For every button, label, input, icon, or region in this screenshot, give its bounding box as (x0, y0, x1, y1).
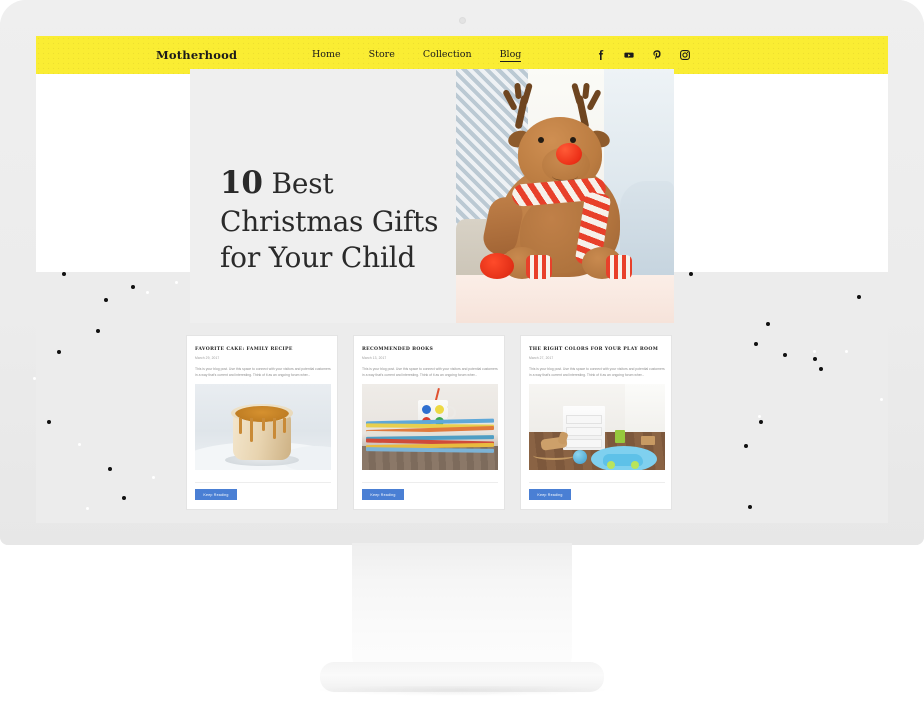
cake-drip (262, 418, 265, 431)
site-brand-logo[interactable]: Motherhood (156, 48, 237, 62)
nav-item-store[interactable]: Store (369, 49, 395, 60)
decorative-dot (880, 398, 883, 401)
blog-card[interactable]: RECOMMENDED BOOKS March 13, 2017 This is… (353, 335, 505, 510)
reindeer-striped-sock-right (606, 255, 632, 279)
hero-title: 10 Best Christmas Gifts for Your Child (220, 164, 460, 275)
decorative-dot (96, 329, 100, 333)
decorative-dot (758, 415, 761, 418)
monitor-screen: Motherhood Home Store Collection Blog 10… (36, 36, 888, 523)
hero-title-line3: for Your Child (220, 240, 416, 274)
decorative-dot (86, 507, 89, 510)
webcam-icon (459, 17, 466, 24)
decorative-dot (819, 367, 823, 371)
blog-card-excerpt: This is your blog post. Use this space t… (362, 367, 498, 378)
book-stack (365, 418, 495, 454)
decorative-dot (131, 285, 135, 289)
nav-item-collection[interactable]: Collection (423, 49, 472, 60)
blog-card-divider (529, 482, 665, 483)
dresser-drawer (566, 415, 602, 424)
blog-card-title: THE RIGHT COLORS FOR YOUR PLAY ROOM (529, 347, 659, 352)
social-links (596, 50, 690, 60)
decorative-dot (57, 350, 61, 354)
blog-card-image-nursery (529, 384, 665, 470)
decorative-dot (47, 420, 51, 424)
nav-item-home[interactable]: Home (312, 49, 341, 60)
hero-layout: 10 Best Christmas Gifts for Your Child (190, 69, 674, 323)
reindeer-red-nose (556, 143, 582, 165)
nursery-green-bin (615, 430, 625, 443)
hero-text-panel: 10 Best Christmas Gifts for Your Child (190, 69, 456, 323)
hero-title-number: 10 (220, 165, 263, 201)
decorative-dot (813, 350, 816, 353)
facebook-icon[interactable] (596, 50, 606, 60)
hero-featured-post[interactable]: 10 Best Christmas Gifts for Your Child (190, 69, 674, 323)
blog-card-image-cake (195, 384, 331, 470)
decorative-dot (146, 291, 149, 294)
blog-card-excerpt: This is your blog post. Use this space t… (529, 367, 665, 378)
decorative-dot (857, 295, 861, 299)
decorative-dot (759, 420, 763, 424)
blog-card-divider (195, 482, 331, 483)
nursery-rocking-horse (533, 431, 575, 460)
nav-item-blog[interactable]: Blog (499, 49, 522, 62)
blog-card-title: RECOMMENDED BOOKS (362, 347, 434, 352)
keep-reading-button[interactable]: Keep Reading (362, 489, 404, 500)
instagram-icon[interactable] (680, 50, 690, 60)
decorative-dot (108, 467, 112, 471)
blog-card-title: FAVORITE CAKE: FAMILY RECIPE (195, 347, 293, 352)
book (365, 447, 495, 453)
site-nav-links: Home Store Collection Blog (312, 49, 522, 62)
hero-image-reindeer-plush (456, 69, 674, 323)
rocking-horse-rocker (533, 451, 575, 460)
decorative-dot (122, 496, 126, 500)
decorative-dot (152, 476, 155, 479)
decorative-dot (689, 272, 693, 276)
youtube-icon[interactable] (624, 50, 634, 60)
pinterest-icon[interactable] (652, 50, 662, 60)
cake-drip (239, 418, 242, 434)
monitor-stand-shadow (316, 686, 608, 696)
decorative-dot (175, 281, 178, 284)
hero-title-line2: Christmas Gifts (220, 204, 439, 238)
decorative-dot (33, 377, 36, 380)
cake-drip (283, 418, 286, 433)
reindeer-red-mitten (480, 253, 514, 279)
decorative-dot (78, 443, 81, 446)
monitor-device: Motherhood Home Store Collection Blog 10… (0, 0, 924, 545)
reindeer-striped-sock-left (526, 255, 552, 279)
hero-title-rest: Best (262, 167, 334, 200)
reindeer-antler-left-icon (502, 82, 536, 130)
nursery-ball (573, 450, 587, 464)
decorative-dot (104, 298, 108, 302)
decorative-dot (754, 342, 758, 346)
blog-card-divider (362, 482, 498, 483)
decorative-dot (744, 444, 748, 448)
decorative-dot (783, 353, 787, 357)
decorative-dot (748, 505, 752, 509)
reindeer-eye-left (538, 137, 544, 143)
cake-drip (250, 418, 253, 442)
decorative-dot (62, 272, 66, 276)
page-background: Motherhood Home Store Collection Blog 10… (0, 0, 924, 714)
blog-card[interactable]: FAVORITE CAKE: FAMILY RECIPE March 29, 2… (186, 335, 338, 510)
car-wheel (631, 461, 639, 469)
blog-card-date: March 27, 2017 (529, 356, 554, 360)
blog-card[interactable]: THE RIGHT COLORS FOR YOUR PLAY ROOM Marc… (520, 335, 672, 510)
car-wheel (607, 461, 615, 469)
mug-dot-blue (422, 405, 431, 414)
decorative-dot (766, 322, 770, 326)
mug-dot-yellow (435, 405, 444, 414)
hero-bg-bed (456, 275, 674, 323)
decorative-dot (813, 357, 817, 361)
cake-drip (273, 418, 276, 439)
blog-card-excerpt: This is your blog post. Use this space t… (195, 367, 331, 378)
decorative-dot (845, 350, 848, 353)
blog-card-date: March 13, 2017 (362, 356, 387, 360)
nursery-toy-box (641, 436, 655, 445)
reindeer-eye-right (570, 137, 576, 143)
keep-reading-button[interactable]: Keep Reading (195, 489, 237, 500)
blog-card-image-books (362, 384, 498, 470)
keep-reading-button[interactable]: Keep Reading (529, 489, 571, 500)
blog-card-date: March 29, 2017 (195, 356, 220, 360)
